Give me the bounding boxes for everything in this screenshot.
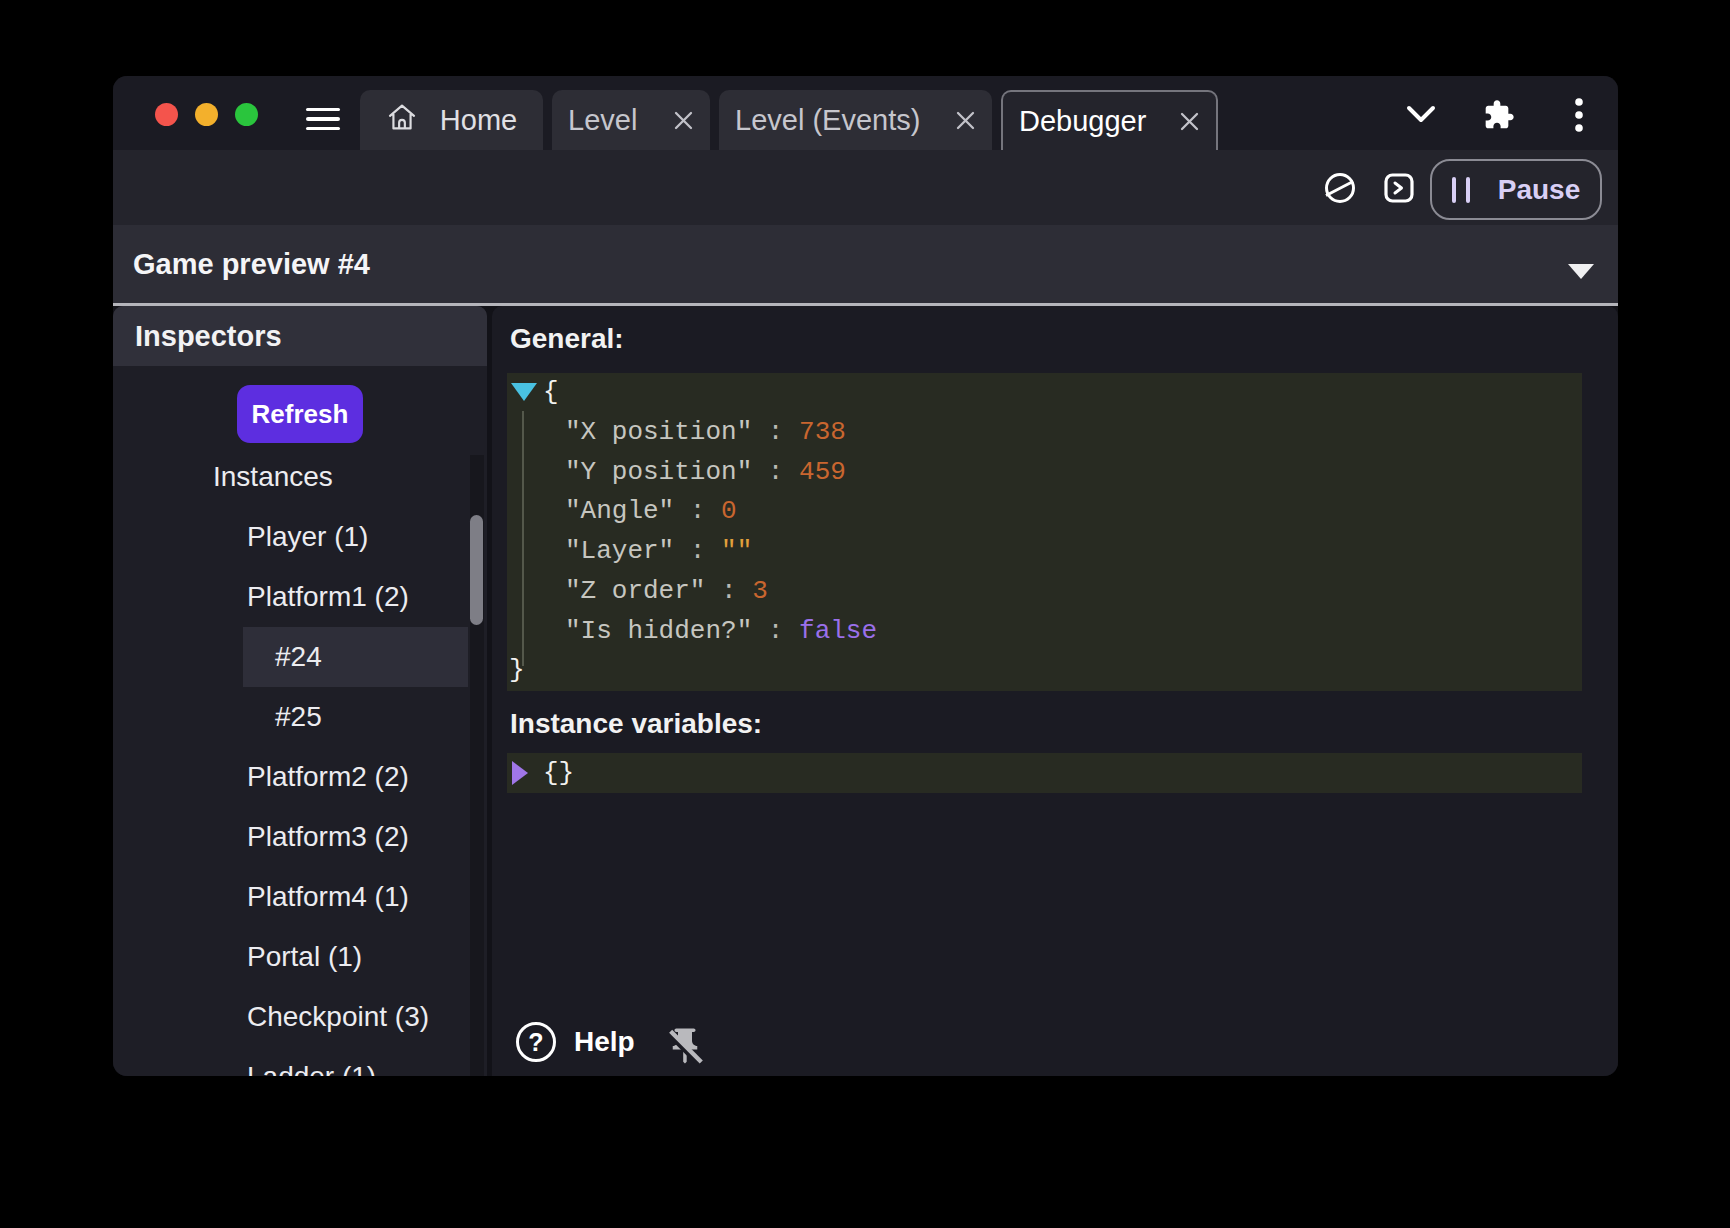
tab-label: Home <box>440 104 517 137</box>
json-line: "Is hidden?" : false <box>507 612 1582 652</box>
traffic-lights <box>155 103 258 126</box>
tab-level-events[interactable]: Level (Events) <box>719 90 992 150</box>
debugger-toolbar: Pause <box>113 150 1618 225</box>
tree-item-label: Platform1 (2) <box>247 581 409 613</box>
game-preview-header[interactable]: Game preview #4 <box>113 225 1618 303</box>
tree-item-label: Player (1) <box>247 521 368 553</box>
help-button[interactable]: ? Help <box>516 1022 635 1062</box>
debugger-content: Inspectors Refresh Instances Player (1) Pl… <box>113 306 1618 1076</box>
sidebar-scrollbar-thumb[interactable] <box>470 515 483 625</box>
maximize-window-button[interactable] <box>235 103 258 126</box>
minimize-window-button[interactable] <box>195 103 218 126</box>
json-line: "Y position" : 459 <box>507 453 1582 493</box>
json-line: { <box>507 373 1582 413</box>
tree-item-label: Platform3 (2) <box>247 821 409 853</box>
tree-item-platform2-2[interactable]: Platform2 (2) <box>113 747 487 807</box>
instance-variables-value: {} <box>543 753 574 793</box>
tree-item-instances[interactable]: Instances <box>113 447 487 507</box>
extensions-icon[interactable] <box>1483 99 1515 135</box>
tree-item-label: Portal (1) <box>247 941 362 973</box>
pause-icon <box>1452 177 1470 203</box>
tree-item-label: Ladder (1) <box>247 1061 376 1076</box>
tree-item-25[interactable]: #25 <box>113 687 487 747</box>
home-icon <box>386 102 418 139</box>
tab-level[interactable]: Level <box>552 90 710 150</box>
general-properties-viewer: {"X position" : 738"Y position" : 459"An… <box>507 373 1582 691</box>
tree-item-label: Checkpoint (3) <box>247 1001 429 1033</box>
tree-item-label: Instances <box>213 461 333 493</box>
json-line: } <box>507 651 1582 691</box>
tab-label: Level (Events) <box>735 104 920 137</box>
pin-off-icon[interactable] <box>664 1025 706 1071</box>
tab-close-icon[interactable] <box>673 110 694 131</box>
json-line: "Angle" : 0 <box>507 492 1582 532</box>
tree-item-ladder-1[interactable]: Ladder (1) <box>113 1047 487 1076</box>
console-icon[interactable] <box>1384 173 1414 207</box>
inspectors-header: Inspectors <box>113 306 487 366</box>
pause-button-label: Pause <box>1498 174 1581 206</box>
tree-item-label: #25 <box>275 701 322 733</box>
tree-item-label: #24 <box>275 641 322 673</box>
tree-item-checkpoint-3[interactable]: Checkpoint (3) <box>113 987 487 1047</box>
close-window-button[interactable] <box>155 103 178 126</box>
tree-item-player-1[interactable]: Player (1) <box>113 507 487 567</box>
expand-triangle-icon[interactable] <box>512 761 528 785</box>
chevron-down-icon[interactable] <box>1406 104 1436 130</box>
titlebar: Home Level Level (Events) Debugger <box>113 76 1618 150</box>
tree-item-portal-1[interactable]: Portal (1) <box>113 927 487 987</box>
main-menu-icon[interactable] <box>306 108 340 130</box>
tab-label: Level <box>568 104 637 137</box>
tree-item-24[interactable]: #24 <box>113 627 487 687</box>
tab-label: Debugger <box>1019 105 1146 138</box>
tab-bar: Home Level Level (Events) Debugger <box>360 90 1218 150</box>
json-line: "X position" : 738 <box>507 413 1582 453</box>
inspectors-header-label: Inspectors <box>135 320 282 353</box>
tab-debugger[interactable]: Debugger <box>1001 90 1218 150</box>
tree-item-platform4-1[interactable]: Platform4 (1) <box>113 867 487 927</box>
inspector-detail-panel: General: {"X position" : 738"Y position"… <box>492 306 1618 1076</box>
tab-home[interactable]: Home <box>360 90 543 150</box>
tree-item-label: Platform4 (1) <box>247 881 409 913</box>
json-line: "Z order" : 3 <box>507 572 1582 612</box>
pause-button[interactable]: Pause <box>1430 159 1602 220</box>
tab-close-icon[interactable] <box>955 110 976 131</box>
instances-tree: Instances Player (1) Platform1 (2) #24 #25 Pl… <box>113 447 487 1076</box>
general-section-label: General: <box>510 323 624 355</box>
tree-item-platform1-2[interactable]: Platform1 (2) <box>113 567 487 627</box>
preview-dropdown-caret-icon[interactable] <box>1568 264 1594 279</box>
help-button-label: Help <box>574 1026 635 1058</box>
tree-item-platform3-2[interactable]: Platform3 (2) <box>113 807 487 867</box>
refresh-button[interactable]: Refresh <box>237 385 363 443</box>
instance-variables-label: Instance variables: <box>510 708 762 740</box>
inspectors-sidebar: Inspectors Refresh Instances Player (1) Pl… <box>113 306 487 1076</box>
profiler-icon[interactable] <box>1323 171 1357 209</box>
instance-variables-viewer: {} <box>507 753 1582 793</box>
kebab-menu-icon[interactable] <box>1574 97 1584 137</box>
tab-close-icon[interactable] <box>1179 111 1200 132</box>
json-line: "Layer" : "" <box>507 532 1582 572</box>
tree-item-label: Platform2 (2) <box>247 761 409 793</box>
help-icon: ? <box>516 1022 556 1062</box>
debugger-window: Home Level Level (Events) Debugger Pause Ga… <box>113 76 1618 1076</box>
game-preview-title: Game preview #4 <box>133 225 370 303</box>
collapse-triangle-icon[interactable] <box>511 383 537 401</box>
